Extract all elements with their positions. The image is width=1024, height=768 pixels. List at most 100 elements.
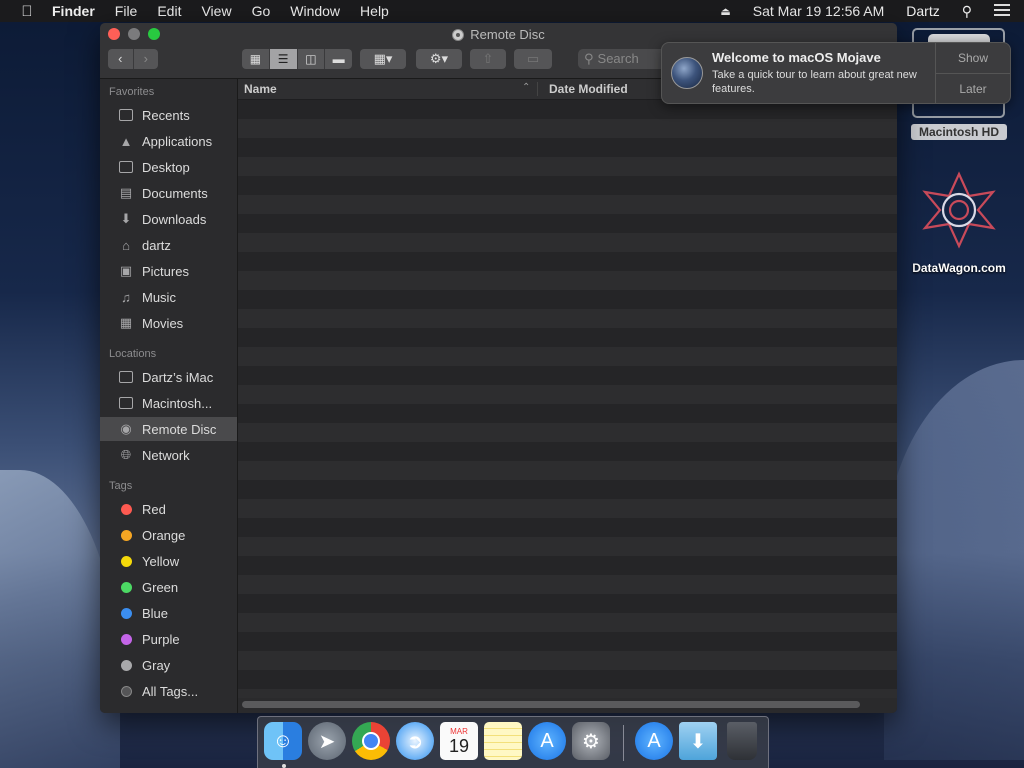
downloads-icon: ⬇	[120, 211, 132, 226]
menu-edit[interactable]: Edit	[157, 3, 181, 19]
orange-tag-dot	[121, 529, 132, 541]
sidebar-item-documents[interactable]: ▤ Documents	[100, 181, 237, 205]
sidebar-item-imac[interactable]: Dartz’s iMac	[100, 365, 237, 389]
red-tag-dot	[121, 503, 132, 515]
icon-view-button[interactable]: ▦	[242, 49, 270, 69]
purple-tag-dot	[121, 633, 132, 645]
sidebar-item-network[interactable]: 🌐︎ Network	[100, 443, 237, 467]
search-icon: ⚲	[584, 51, 594, 66]
menu-datetime[interactable]: Sat Mar 19 12:56 AM	[753, 3, 885, 19]
window-title: Remote Disc	[100, 27, 897, 42]
notification-center-icon[interactable]	[994, 3, 1010, 19]
notification-banner[interactable]: Welcome to macOS Mojave Take a quick tou…	[661, 42, 1011, 104]
sidebar-header-locations: Locations	[109, 348, 157, 360]
remote-disc-icon	[452, 29, 465, 41]
safari-dock-icon[interactable]: ➲	[396, 722, 434, 760]
downloads-folder-dock-icon[interactable]: ⬇	[679, 722, 717, 760]
pictures-icon: ▣	[119, 263, 133, 278]
disc-icon: ◉	[120, 421, 132, 436]
sort-chevron-icon[interactable]: ⌃	[522, 82, 530, 93]
sidebar-tag-yellow[interactable]: Yellow	[100, 549, 237, 573]
sidebar-item-dartz[interactable]: ⌂ dartz	[100, 233, 237, 257]
sidebar-tag-red[interactable]: Red	[100, 497, 237, 521]
notification-show-button[interactable]: Show	[936, 43, 1010, 74]
notification-actions: Show Later	[935, 43, 1010, 103]
notification-title: Welcome to macOS Mojave	[712, 50, 881, 65]
sidebar-tag-purple[interactable]: Purple	[100, 627, 237, 651]
forward-button[interactable]: ›	[134, 49, 159, 69]
spotlight-search-icon[interactable]: ⚲	[962, 3, 972, 20]
datawagon-label[interactable]: DataWagon.com	[904, 261, 1014, 275]
sidebar-header-tags: Tags	[109, 480, 133, 492]
calendar-dock-icon[interactable]: MAR 19	[440, 722, 478, 760]
menu-user[interactable]: Dartz	[906, 3, 939, 19]
calendar-day: 19	[448, 735, 470, 756]
apple-menu-icon[interactable]: 	[18, 3, 36, 20]
sidebar-header-favorites: Favorites	[109, 86, 155, 98]
notification-later-button[interactable]: Later	[936, 74, 1010, 104]
music-icon: ♫	[121, 289, 131, 305]
macintosh-hd-label[interactable]: Macintosh HD	[911, 124, 1007, 140]
file-list[interactable]: Name ⌃ Date Modified	[238, 79, 897, 713]
launchpad-dock-icon[interactable]: ➤	[308, 722, 346, 760]
gallery-view-button[interactable]: ▬	[325, 49, 352, 69]
empty-file-rows	[238, 100, 897, 698]
finder-window: Remote Disc ‹ › ▦ ☰ ◫ ▬ ▦▾ ⚙▾ ⇧ ▭ ⚲ Searc…	[100, 23, 897, 713]
recents-icon	[118, 107, 134, 123]
eject-icon[interactable]: ⏏	[720, 5, 730, 18]
finder-running-indicator	[282, 764, 286, 768]
column-header-date-modified[interactable]: Date Modified	[549, 82, 628, 96]
sidebar-item-music[interactable]: ♫ Music	[100, 285, 237, 309]
sidebar-item-applications[interactable]: ▲ Applications	[100, 129, 237, 153]
column-divider[interactable]	[537, 82, 538, 96]
documents-icon: ▤	[119, 185, 133, 200]
wallpaper-dune-right	[884, 360, 1024, 760]
sidebar-item-movies[interactable]: ▦ Movies	[100, 311, 237, 335]
sidebar-tag-gray[interactable]: Gray	[100, 653, 237, 677]
sidebar-tag-blue[interactable]: Blue	[100, 601, 237, 625]
chrome-dock-icon[interactable]	[352, 722, 390, 760]
horizontal-scrollbar[interactable]	[242, 701, 860, 708]
menu-app-name[interactable]: Finder	[52, 3, 95, 19]
sidebar-item-remote-disc[interactable]: ◉ Remote Disc	[100, 417, 237, 441]
sidebar-item-macintosh-hd[interactable]: Macintosh...	[100, 391, 237, 415]
sidebar-tag-all[interactable]: All Tags...	[100, 679, 237, 703]
app-store-downloads-dock-icon[interactable]: A	[635, 722, 673, 760]
menu-file[interactable]: File	[115, 3, 138, 19]
sidebar-tag-green[interactable]: Green	[100, 575, 237, 599]
app-store-dock-icon[interactable]: A	[528, 722, 566, 760]
share-button[interactable]: ⇧	[470, 49, 506, 69]
sidebar-item-downloads[interactable]: ⬇ Downloads	[100, 207, 237, 231]
notes-dock-icon[interactable]	[484, 722, 522, 760]
system-preferences-dock-icon[interactable]: ⚙	[572, 722, 610, 760]
dock-separator	[623, 725, 624, 761]
sidebar-tag-orange[interactable]: Orange	[100, 523, 237, 547]
finder-dock-icon[interactable]: ☺	[264, 722, 302, 760]
menu-go[interactable]: Go	[252, 3, 271, 19]
green-tag-dot	[121, 581, 132, 593]
trash-dock-icon[interactable]	[727, 722, 757, 760]
imac-icon	[118, 369, 134, 385]
column-header-name[interactable]: Name	[244, 82, 277, 96]
sidebar: Favorites Recents ▲ Applications Desktop …	[100, 79, 238, 713]
network-globe-icon: 🌐︎	[120, 447, 132, 462]
action-gear-button[interactable]: ⚙▾	[416, 49, 462, 69]
column-view-button[interactable]: ◫	[298, 49, 326, 69]
movies-icon: ▦	[119, 315, 133, 330]
home-icon: ⌂	[122, 237, 130, 253]
back-button[interactable]: ‹	[108, 49, 134, 69]
menu-view[interactable]: View	[201, 3, 231, 19]
datawagon-star-icon[interactable]	[916, 170, 1002, 250]
tag-button[interactable]: ▭	[514, 49, 552, 69]
list-view-button[interactable]: ☰	[269, 49, 298, 69]
sidebar-item-pictures[interactable]: ▣ Pictures	[100, 259, 237, 283]
menu-bar:  Finder File Edit View Go Window Help ⏏…	[0, 0, 1024, 22]
menu-help[interactable]: Help	[360, 3, 389, 19]
menu-window[interactable]: Window	[290, 3, 340, 19]
notification-body: Take a quick tour to learn about great n…	[712, 69, 917, 95]
mojave-icon	[671, 57, 703, 89]
group-by-button[interactable]: ▦▾	[360, 49, 406, 69]
view-mode-group: ▦ ☰ ◫ ▬	[242, 49, 352, 69]
sidebar-item-recents[interactable]: Recents	[100, 103, 237, 127]
sidebar-item-desktop[interactable]: Desktop	[100, 155, 237, 179]
